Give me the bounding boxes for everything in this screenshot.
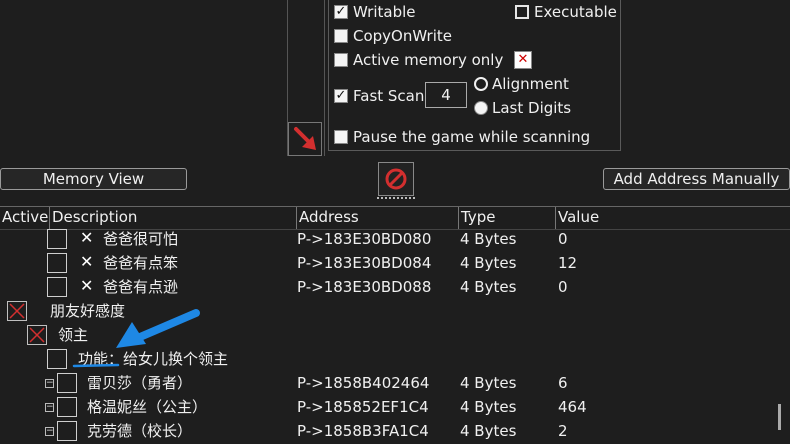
scrollbar-thumb[interactable]	[778, 404, 781, 430]
annotation-arrow	[0, 0, 790, 444]
